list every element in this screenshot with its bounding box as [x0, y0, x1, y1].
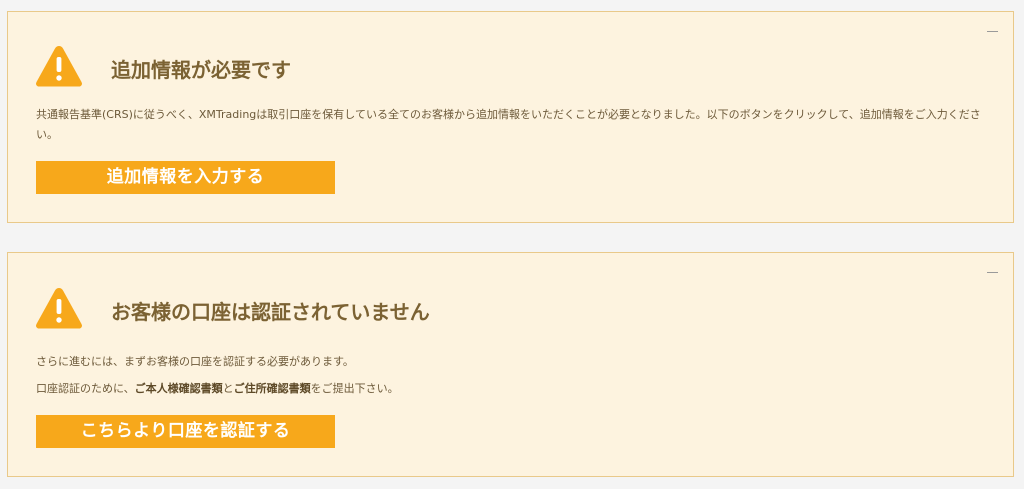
- warning-triangle-icon: [36, 46, 82, 87]
- alert-body-line-2: 口座認証のために、ご本人様確認書類とご住所確認書類をご提出下さい。: [36, 375, 989, 402]
- line2-mid: と: [222, 382, 234, 395]
- crs-info-alert-panel: 追加情報が必要です 共通報告基準(CRS)に従うべく、XMTradingは取引口…: [7, 11, 1014, 223]
- enter-additional-info-button[interactable]: 追加情報を入力する: [36, 161, 335, 194]
- alert-body-text: 共通報告基準(CRS)に従うべく、XMTradingは取引口座を保有している全て…: [36, 108, 981, 141]
- collapse-minus-icon[interactable]: [987, 265, 999, 277]
- line2-suffix: をご提出下さい。: [310, 382, 399, 395]
- alert-body-line-1: さらに進むには、まずお客様の口座を認証する必要があります。: [36, 355, 354, 368]
- identity-document-label: ご本人様確認書類: [134, 382, 223, 395]
- account-unverified-alert-panel: お客様の口座は認証されていません さらに進むには、まずお客様の口座を認証する必要…: [7, 252, 1014, 477]
- line2-prefix: 口座認証のために、: [36, 382, 135, 395]
- warning-triangle-icon: [36, 288, 82, 329]
- address-document-label: ご住所確認書類: [233, 382, 311, 395]
- alert-title: お客様の口座は認証されていません: [111, 300, 430, 324]
- alert-title: 追加情報が必要です: [111, 58, 291, 82]
- collapse-minus-icon[interactable]: [987, 24, 999, 36]
- verify-account-button[interactable]: こちらより口座を認証する: [36, 415, 335, 448]
- alert-body-text: さらに進むには、まずお客様の口座を認証する必要があります。 口座認証のために、ご…: [36, 348, 989, 402]
